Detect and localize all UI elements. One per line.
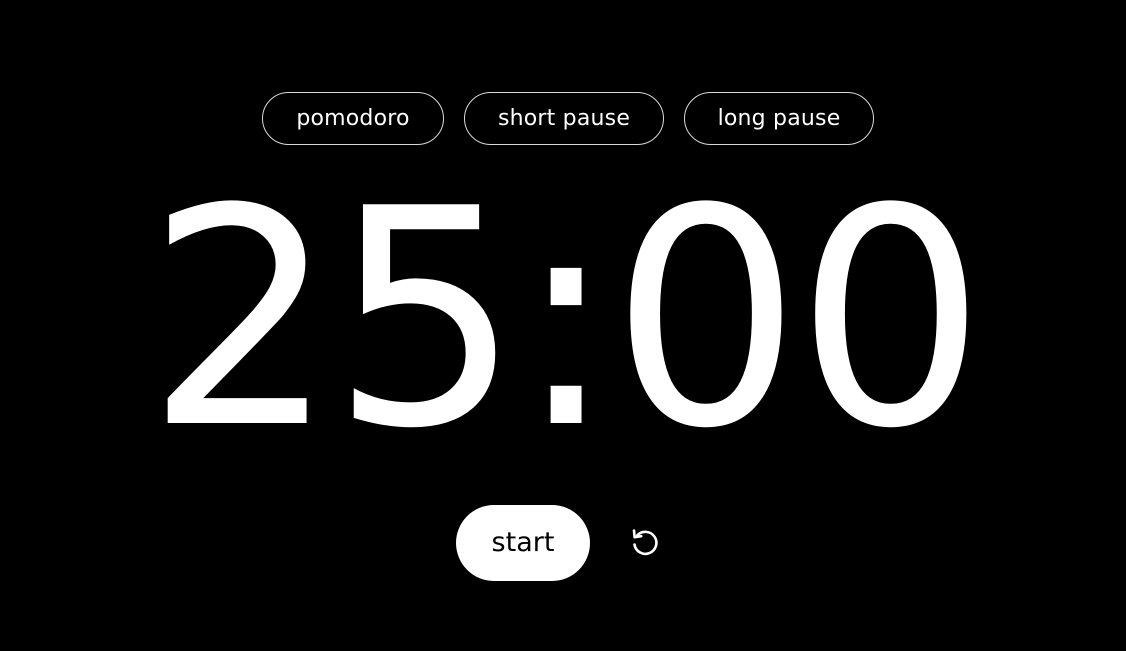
start-button[interactable]: start [456,505,590,581]
mode-tabs: pomodoro short pause long pause [0,92,1126,145]
timer-display: 25:00 [145,145,987,494]
tab-pomodoro[interactable]: pomodoro [262,92,444,145]
tab-long-pause[interactable]: long pause [684,92,874,145]
reset-button[interactable] [626,522,664,560]
pomodoro-app: pomodoro short pause long pause 25:00 st… [0,0,1126,651]
tab-short-pause[interactable]: short pause [464,92,664,145]
reset-icon [632,529,658,556]
